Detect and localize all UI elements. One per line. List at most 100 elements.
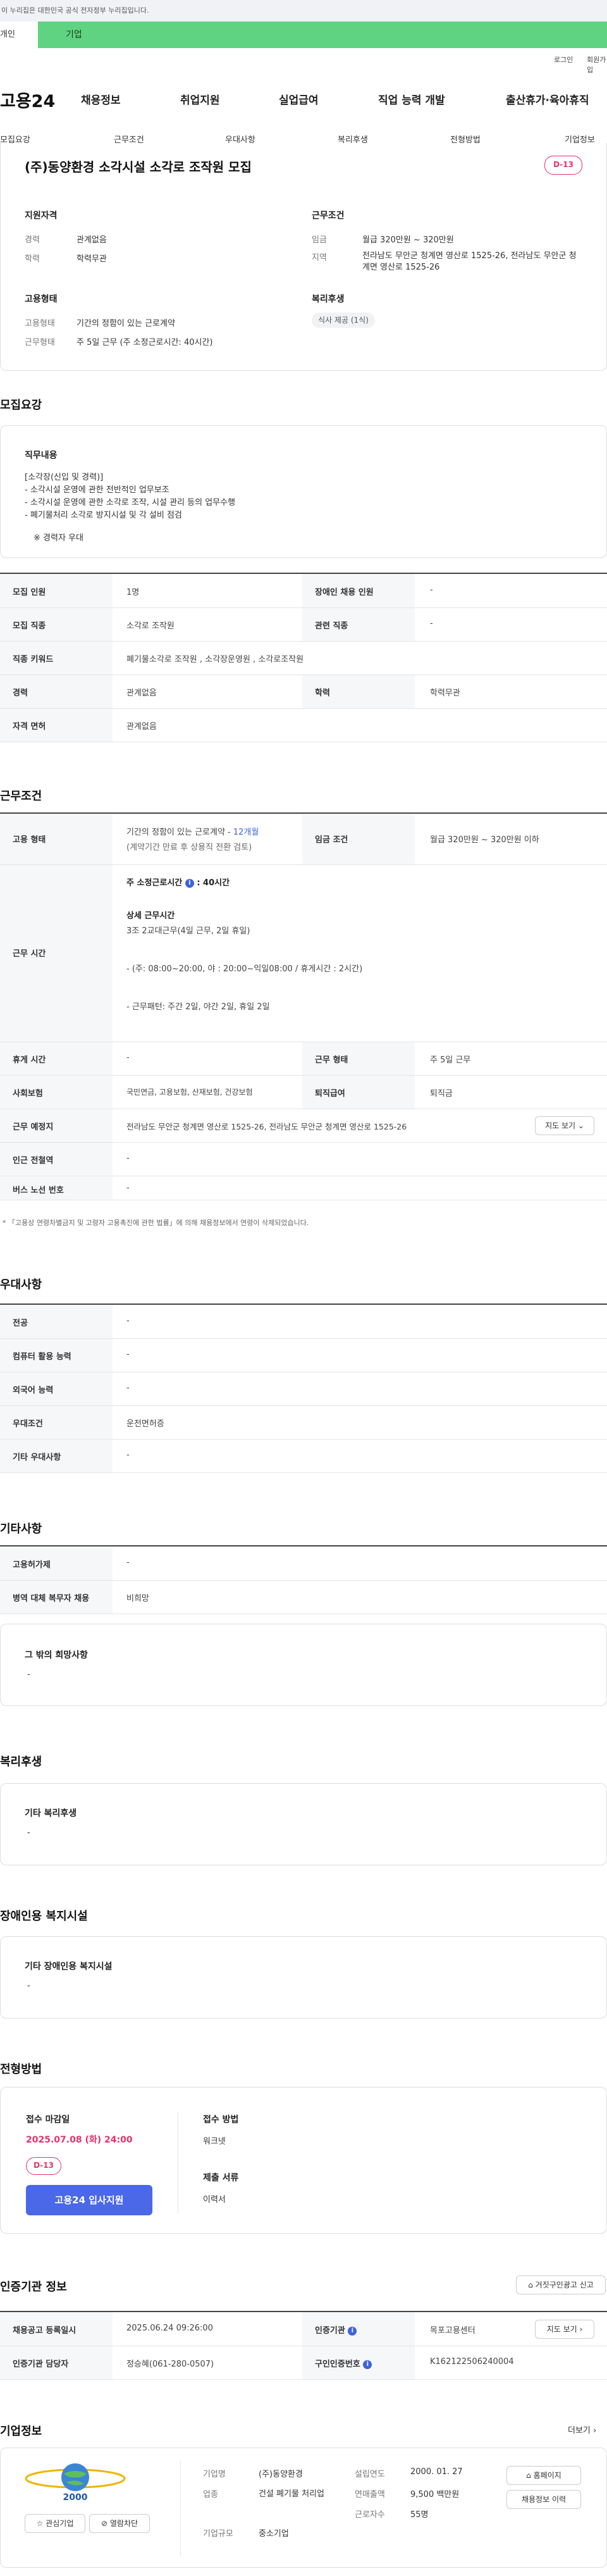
duty-line: - 소각시설 운영에 관한 소각로 조작, 시설 관리 등의 업무수행 (25, 498, 236, 507)
summary-card: (주)동양환경 소각시설 소각로 조작원 모집 D-13 지원자격 경력 관계없… (0, 143, 607, 371)
emp-td-note: (계약기간 만료 후 상용직 전환 검토) (126, 843, 252, 852)
logo-text: 2000 (63, 2492, 88, 2503)
work-th: 휴게 시간 (13, 1055, 46, 1065)
hours-detail-title: 상세 근무시간 (126, 911, 175, 921)
recruit-th: 장애인 채용 인원 (315, 588, 374, 597)
size-value: 중소기업 (259, 2529, 289, 2539)
region-value: 전라남도 무안군 청계면 영산로 1525-26, 전라남도 무안군 청계면 영… (362, 251, 577, 272)
screening-section-title: 전형방법 (0, 2063, 42, 2076)
report-button[interactable]: ⌂ 거짓구인광고 신고 (516, 2275, 606, 2294)
info-icon[interactable]: i (363, 2360, 372, 2369)
map-view-button[interactable]: 지도 보기 ⌄ (535, 1116, 594, 1135)
hours-head-value: : 40시간 (197, 878, 230, 888)
cert-td: 정승혜(061-280-0507) (126, 2360, 214, 2369)
docs-title: 제출 서류 (203, 2173, 239, 2183)
welfare-section-title: 복리후생 (0, 1755, 42, 1769)
work-th: 버스 노선 번호 (13, 1186, 64, 1195)
tab-corporate[interactable]: 기업 (38, 22, 607, 48)
duty-line: - 폐기물처리 소각로 방지시설 및 각 설비 점검 (25, 511, 182, 520)
hours-detail: 3조 2교대근무(4일 근무, 2일 휴일) (126, 926, 250, 936)
site-logo[interactable]: 고용24 (0, 87, 55, 112)
work-td: 전라남도 무안군 청계면 영산로 1525-26, 전라남도 무안군 청계면 영… (126, 1122, 407, 1131)
pref-section-title: 우대사항 (0, 1278, 42, 1291)
wage-label: 임금 (312, 235, 327, 245)
work-td: 퇴직금 (430, 1089, 453, 1098)
other-wish-title: 그 밖의 희망사항 (25, 1650, 88, 1660)
apply-button[interactable]: 고용24 입사지원 (26, 2185, 152, 2215)
welfare-card: 기타 복리후생 - (0, 1783, 607, 1865)
work-th: 퇴직급여 (315, 1089, 345, 1098)
cert-map-button[interactable]: 지도 보기 › (535, 2320, 594, 2339)
work-td: - (126, 1053, 130, 1062)
founded-value: 2000. 01. 27 (410, 2467, 463, 2477)
recruit-th: 경력 (13, 688, 28, 698)
block-icon: ⊘ (101, 2519, 108, 2528)
emp-type-value: 기간의 정함이 있는 근로계약 (77, 319, 175, 328)
tab-individual[interactable]: 개인 (0, 22, 38, 48)
disability-card-value: - (27, 1981, 30, 1991)
cert-th: 구인인증번호 i (315, 2357, 372, 2369)
welfare-card-title: 기타 복리후생 (25, 1808, 77, 1819)
nav-employment-support[interactable]: 취업지원 (180, 91, 220, 107)
recruit-section-title: 모집요강 (0, 399, 42, 412)
emp-heading: 고용형태 (25, 294, 58, 304)
screening-dday-badge: D-13 (26, 2157, 61, 2175)
method-title: 접수 방법 (203, 2115, 239, 2125)
work-type-label: 근무형태 (25, 338, 55, 347)
map-view-label: 지도 보기 (545, 1121, 576, 1130)
nav-parental-leave[interactable]: 출산휴가·육아휴직 (506, 91, 589, 107)
nav-jobs[interactable]: 채용정보 (81, 91, 121, 107)
staff-value: 55명 (410, 2510, 429, 2520)
hours-th: 근무 시간 (13, 949, 46, 959)
pref-td: - (126, 1350, 130, 1359)
info-icon[interactable]: i (348, 2326, 357, 2336)
interest-label: 관심기업 (46, 2519, 74, 2528)
duty-line: [소각장(신입 및 경력)] (25, 473, 104, 482)
work-section-title: 근무조건 (0, 790, 42, 803)
other-wish-card: 그 밖의 희망사항 - (0, 1624, 607, 1706)
deadline-title: 접수 마감일 (26, 2115, 70, 2125)
user-type-tabs: 개인 기업 (0, 22, 607, 48)
duty-heading: 직무내용 (25, 451, 58, 461)
company-more-link[interactable]: 더보기 › (568, 2424, 596, 2436)
hours-head: 주 소정근로시간 i : 40시간 (126, 876, 230, 888)
gov-notice-bar: 이 누리집은 대한민국 공식 전자정부 누리집입니다. (0, 0, 607, 22)
join-link[interactable]: 회원가입 (587, 54, 607, 75)
work-td: 국민연금, 고용보험, 산재보험, 건강보험 (126, 1088, 253, 1097)
recruit-td: 폐기물소각로 조작원 , 소각장운영원 , 소각로조작원 (126, 655, 304, 664)
pref-th: 기타 우대사항 (13, 1453, 61, 1462)
homepage-button[interactable]: ⌂ 홈페이지 (506, 2466, 581, 2485)
pref-td: 운전면허증 (126, 1419, 164, 1429)
wage-th: 임금 조건 (315, 835, 348, 845)
login-link[interactable]: 로그인 (554, 54, 573, 65)
report-label: 거짓구인광고 신고 (535, 2280, 594, 2289)
more-label: 더보기 (568, 2426, 591, 2436)
cert-number-label: 구인인증번호 (315, 2360, 360, 2369)
etc-td: 비희망 (126, 1594, 149, 1603)
founded-label: 설립연도 (355, 2470, 385, 2479)
disability-card: 기타 장애인용 복지시설 - (0, 1936, 607, 2019)
block-button[interactable]: ⊘ 열람차단 (89, 2514, 150, 2533)
name-value: (주)동양환경 (259, 2470, 303, 2479)
info-icon[interactable]: i (185, 878, 194, 888)
staff-label: 근로자수 (355, 2510, 385, 2520)
nav-job-skills[interactable]: 직업 능력 개발 (378, 91, 445, 107)
recruit-td: 소각로 조작원 (126, 621, 175, 631)
hours-detail: - (주: 08:00~20:00, 야 : 20:00~익일08:00 / 휴… (126, 964, 363, 974)
sales-value: 9,500 백만원 (410, 2490, 460, 2499)
cond-heading: 근무조건 (312, 211, 345, 221)
chevron-down-icon: ⌄ (577, 1121, 584, 1130)
method-value: 워크넷 (203, 2137, 226, 2146)
size-label: 기업규모 (203, 2529, 233, 2539)
pref-th: 우대조건 (13, 1419, 43, 1429)
emp-type-label: 고용형태 (25, 319, 55, 328)
region-label: 지역 (312, 253, 327, 263)
duty-card: 직무내용 [소각장(신입 및 경력)] - 소각시설 운영에 관한 전반적인 업… (0, 425, 607, 558)
chevron-right-icon: › (593, 2426, 597, 2436)
industry-label: 업종 (203, 2490, 218, 2499)
interest-button[interactable]: ☆ 관심기업 (25, 2514, 85, 2533)
nav-unemployment-benefit[interactable]: 실업급여 (279, 91, 319, 107)
recruit-td: 학력무관 (430, 688, 460, 698)
emp-th: 고용 형태 (13, 835, 46, 845)
jobs-history-button[interactable]: 채용정보 이력 (506, 2490, 581, 2509)
